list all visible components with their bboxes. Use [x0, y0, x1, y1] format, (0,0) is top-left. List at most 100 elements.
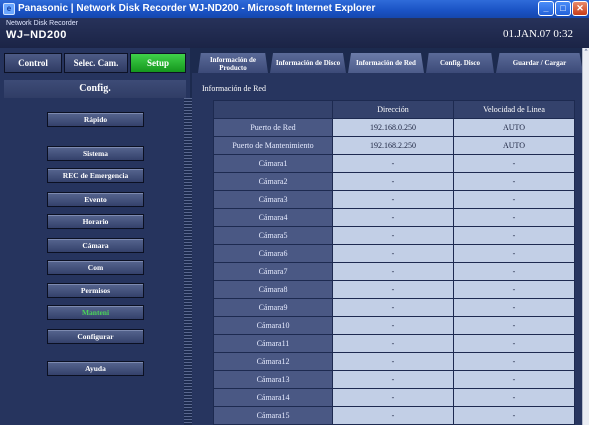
- sidebar-item-7[interactable]: Permisos: [47, 283, 144, 298]
- address-cell: -: [332, 280, 454, 299]
- table-row: Cámara3- -: [213, 190, 575, 209]
- speed-cell: AUTO: [453, 136, 575, 155]
- minimize-button[interactable]: _: [538, 1, 554, 16]
- sidebar-item-3[interactable]: Evento: [47, 192, 144, 207]
- table-row: Cámara7- -: [213, 262, 575, 281]
- tab-label-line1: Información de: [209, 56, 257, 64]
- tab-product-info[interactable]: Información de Producto: [198, 53, 268, 73]
- sidebar-item-8[interactable]: Manteni: [47, 305, 144, 320]
- config-header: Config.: [4, 80, 186, 98]
- main-area: Información de Producto Información de D…: [192, 48, 589, 425]
- row-label: Puerto de Red: [213, 118, 333, 137]
- row-label: Cámara3: [213, 190, 333, 209]
- table-row: Cámara14- -: [213, 388, 575, 407]
- address-cell: -: [332, 370, 454, 389]
- address-cell: -: [332, 262, 454, 281]
- browser-window: e Panasonic | Network Disk Recorder WJ-N…: [0, 0, 589, 425]
- table-row: Cámara13- -: [213, 370, 575, 389]
- sidebar-item-6[interactable]: Com: [47, 260, 144, 275]
- row-label: Cámara4: [213, 208, 333, 227]
- row-label: Cámara1: [213, 154, 333, 173]
- table-row: Cámara1- -: [213, 154, 575, 173]
- tab-save-load[interactable]: Guardar / Cargar: [496, 53, 583, 73]
- row-label: Cámara2: [213, 172, 333, 191]
- speed-cell: -: [453, 154, 575, 173]
- panel-divider: [184, 98, 192, 425]
- sidebar-item-0[interactable]: Rápido: [47, 112, 144, 127]
- ie-icon: e: [3, 3, 15, 15]
- table-row: Cámara11- -: [213, 334, 575, 353]
- table-row: Puerto de Red 192.168.0.250 AUTO: [213, 118, 575, 137]
- sidebar-item-10[interactable]: Ayuda: [47, 361, 144, 376]
- column-header-speed: Velocidad de Linea: [453, 100, 575, 119]
- speed-cell: -: [453, 298, 575, 317]
- address-cell: -: [332, 334, 454, 353]
- address-cell: -: [332, 298, 454, 317]
- scroll-up-arrow-icon[interactable]: ^: [583, 48, 589, 56]
- table-body: Puerto de Red 192.168.0.250 AUTO Puerto de …: [213, 118, 575, 425]
- address-cell: 192.168.0.250: [332, 118, 454, 137]
- date-time: 01.JAN.07 0:32: [503, 28, 573, 40]
- sidebar-item-5[interactable]: Cámara: [47, 238, 144, 253]
- sidebar-item-2[interactable]: REC de Emergencia: [47, 168, 144, 183]
- address-cell: -: [332, 208, 454, 227]
- row-label: Cámara13: [213, 370, 333, 389]
- table-row: Cámara6- -: [213, 244, 575, 263]
- speed-cell: -: [453, 226, 575, 245]
- speed-cell: -: [453, 352, 575, 371]
- address-cell: -: [332, 190, 454, 209]
- table-row: Cámara2- -: [213, 172, 575, 191]
- speed-cell: AUTO: [453, 118, 575, 137]
- table-row: Cámara5- -: [213, 226, 575, 245]
- control-mode-button[interactable]: Control: [4, 53, 62, 73]
- close-button[interactable]: ✕: [572, 1, 588, 16]
- speed-cell: -: [453, 172, 575, 191]
- address-cell: -: [332, 406, 454, 425]
- table-row: Puerto de Mantenimiento 192.168.2.250 AUTO: [213, 136, 575, 155]
- row-label: Cámara10: [213, 316, 333, 335]
- table-row: Cámara15- -: [213, 406, 575, 425]
- table-header-row: Dirección Velocidad de Linea: [213, 100, 575, 119]
- tab-network-info[interactable]: Información de Red: [348, 53, 424, 73]
- mode-bar: Control Selec. Cam. Setup: [4, 53, 186, 73]
- setup-mode-button[interactable]: Setup: [130, 53, 186, 73]
- speed-cell: -: [453, 208, 575, 227]
- left-panel: Control Selec. Cam. Setup Config. Rápido…: [0, 48, 190, 425]
- address-cell: -: [332, 352, 454, 371]
- speed-cell: -: [453, 334, 575, 353]
- table-row: Cámara10- -: [213, 316, 575, 335]
- sidebar-item-1[interactable]: Sistema: [47, 146, 144, 161]
- speed-cell: -: [453, 244, 575, 263]
- maximize-button[interactable]: □: [555, 1, 571, 16]
- sidebar-item-4[interactable]: Horario: [47, 214, 144, 229]
- section-title: Información de Red: [202, 84, 266, 93]
- row-label: Cámara11: [213, 334, 333, 353]
- tab-disk-info[interactable]: Información de Disco: [270, 53, 346, 73]
- speed-cell: -: [453, 370, 575, 389]
- address-cell: -: [332, 172, 454, 191]
- row-label: Cámara14: [213, 388, 333, 407]
- address-cell: 192.168.2.250: [332, 136, 454, 155]
- sidebar-item-9[interactable]: Configurar: [47, 329, 144, 344]
- select-camera-mode-button[interactable]: Selec. Cam.: [64, 53, 128, 73]
- address-cell: -: [332, 226, 454, 245]
- speed-cell: -: [453, 262, 575, 281]
- row-label: Cámara7: [213, 262, 333, 281]
- row-label: Cámara6: [213, 244, 333, 263]
- speed-cell: -: [453, 280, 575, 299]
- tab-disk-config[interactable]: Config. Disco: [426, 53, 494, 73]
- speed-cell: -: [453, 388, 575, 407]
- product-line: Network Disk Recorder: [6, 20, 78, 27]
- table-row: Cámara12- -: [213, 352, 575, 371]
- vertical-scrollbar[interactable]: ^: [582, 48, 589, 425]
- table-row: Cámara4- -: [213, 208, 575, 227]
- title-bar: e Panasonic | Network Disk Recorder WJ-N…: [0, 0, 589, 18]
- speed-cell: -: [453, 316, 575, 335]
- table-row: Cámara9- -: [213, 298, 575, 317]
- model-name: WJ–ND200: [6, 29, 67, 41]
- row-label: Cámara9: [213, 298, 333, 317]
- address-cell: -: [332, 316, 454, 335]
- tab-label-line2: Producto: [219, 64, 247, 72]
- row-label: Cámara8: [213, 280, 333, 299]
- address-cell: -: [332, 154, 454, 173]
